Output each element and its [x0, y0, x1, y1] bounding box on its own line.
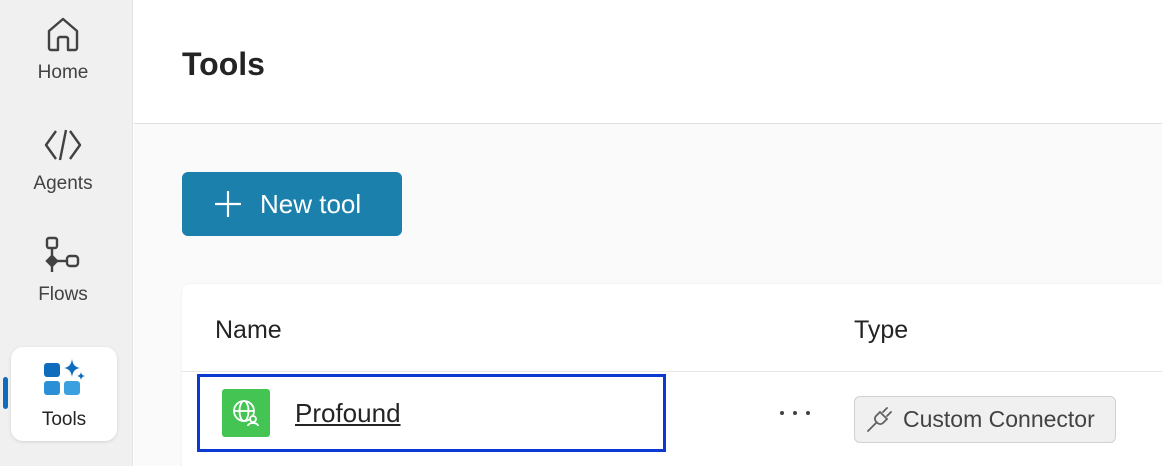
active-indicator [3, 377, 8, 409]
flows-icon [41, 234, 85, 278]
dot [793, 411, 797, 415]
globe-user-icon [222, 389, 270, 437]
agents-icon [41, 123, 85, 167]
page-title: Tools [182, 46, 265, 82]
page-header: Tools [134, 0, 1162, 124]
nav-item-home[interactable]: Home [8, 0, 118, 96]
tool-name-link[interactable]: Profound [295, 398, 401, 429]
header-divider [182, 371, 1162, 372]
type-label: Custom Connector [903, 406, 1095, 432]
column-header-type[interactable]: Type [854, 316, 908, 345]
main-content: Tools New tool Name Type Profound Custom… [134, 0, 1162, 466]
dot [780, 411, 784, 415]
nav-item-label: Flows [38, 284, 88, 305]
tools-icon [42, 357, 86, 401]
new-tool-label: New tool [260, 188, 362, 219]
nav-item-tools[interactable]: Tools [11, 347, 117, 441]
app-window: Home Agents Flows Tools Tools New tool N… [0, 0, 1162, 466]
home-icon [41, 12, 85, 56]
new-tool-button[interactable]: New tool [182, 172, 402, 236]
tools-table: Name Type Profound Custom Connector [182, 284, 1162, 466]
table-row-name-cell[interactable]: Profound [197, 374, 666, 452]
nav-item-label: Home [37, 62, 89, 83]
more-options-button[interactable] [780, 406, 810, 420]
plug-icon [867, 406, 892, 432]
plus-icon [215, 191, 241, 217]
column-header-name[interactable]: Name [215, 316, 282, 345]
dot [806, 411, 810, 415]
type-badge: Custom Connector [854, 396, 1116, 443]
left-nav: Home Agents Flows Tools [0, 0, 133, 466]
nav-item-agents[interactable]: Agents [8, 111, 118, 207]
nav-item-flows[interactable]: Flows [8, 222, 118, 318]
nav-item-label: Agents [33, 173, 93, 194]
nav-item-label: Tools [41, 409, 87, 430]
